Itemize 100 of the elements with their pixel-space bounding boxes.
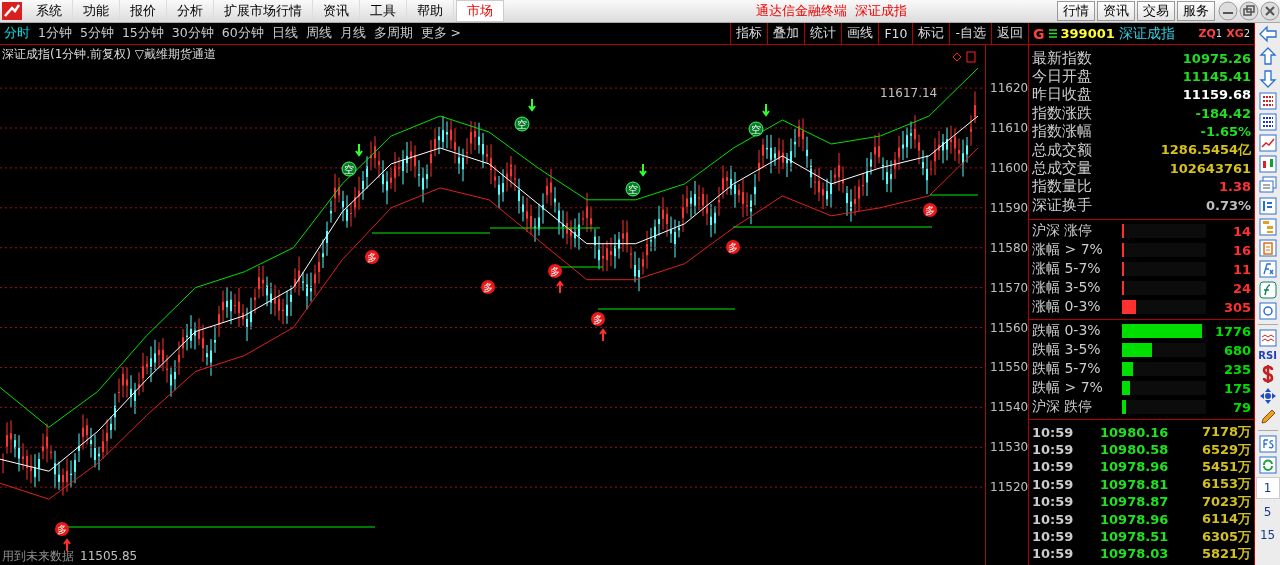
stat-label: 总成交量	[1032, 159, 1092, 178]
diamond-icon[interactable]	[952, 52, 962, 62]
screen-icon[interactable]	[1258, 435, 1277, 453]
tick-time: 10:59	[1032, 546, 1075, 562]
stat-label: 最新指数	[1032, 48, 1092, 68]
menu-item[interactable]: 工具	[360, 0, 407, 22]
wave-icon[interactable]	[1258, 329, 1277, 347]
menu-item[interactable]: 分析	[167, 0, 214, 22]
period-tab[interactable]: 30分钟	[167, 25, 218, 42]
top-button[interactable]: 交易	[1137, 1, 1175, 21]
dollar-icon[interactable]	[1260, 364, 1275, 384]
stat-label: 昨日收盘	[1032, 85, 1092, 105]
notepad-icon[interactable]	[1258, 239, 1277, 257]
market-tab[interactable]: 市场	[456, 0, 504, 22]
formula-icon[interactable]	[1258, 260, 1277, 278]
count-value: 235	[1222, 361, 1252, 377]
menu-item[interactable]: 资讯	[313, 0, 360, 22]
period-tab[interactable]: 60分钟	[217, 25, 268, 42]
axis-label: 11540	[990, 400, 1028, 415]
menu-item[interactable]: 报价	[120, 0, 167, 22]
range-label: 跌幅 0-3%	[1032, 322, 1102, 340]
stat-label: 指数量比	[1032, 177, 1092, 197]
function-icon[interactable]	[1258, 281, 1277, 299]
tick-volume: 7023万	[1200, 492, 1252, 511]
stat-value: -184.42	[1195, 105, 1252, 121]
tick-time: 10:59	[1032, 529, 1075, 545]
tick-volume: 6114万	[1200, 510, 1252, 529]
stat-value: 1286.5454亿	[1160, 141, 1252, 160]
range-label: 沪深 跌停	[1032, 398, 1094, 416]
menu-item[interactable]: 扩展市场行情	[214, 0, 313, 22]
period-tab[interactable]: 5分钟	[75, 25, 118, 42]
line-chart-icon[interactable]	[1258, 134, 1277, 152]
stat-value: 11145.41	[1182, 69, 1252, 85]
count-value: 79	[1232, 399, 1252, 415]
table-icon[interactable]	[1258, 92, 1277, 110]
low-label: 11505.85	[80, 549, 138, 563]
buy-signal: 多	[481, 280, 495, 294]
period-tab[interactable]: 月线	[335, 25, 370, 42]
tick-time: 10:59	[1032, 442, 1075, 458]
tick-price: 10978.87	[1100, 494, 1170, 510]
tick-volume: 6305万	[1200, 527, 1252, 546]
period-tab[interactable]: 更多 >	[416, 25, 466, 42]
sell-signal: 空	[514, 116, 530, 132]
stat-value: -1.65%	[1200, 124, 1252, 140]
period-tab[interactable]: 日线	[267, 25, 302, 42]
app-logo-icon[interactable]	[2, 2, 22, 20]
top-button[interactable]: 资讯	[1097, 1, 1135, 21]
close-icon[interactable]	[1260, 1, 1280, 21]
left-arrow-icon[interactable]	[1257, 25, 1278, 43]
tick-time: 10:59	[1032, 459, 1075, 475]
tick-time: 10:59	[1032, 424, 1075, 440]
restore-icon[interactable]	[1239, 1, 1259, 21]
panel-toggle-icon[interactable]	[966, 51, 976, 63]
period-tab[interactable]: 多周期	[369, 25, 417, 42]
market-letter[interactable]: G	[1033, 25, 1045, 42]
menu-item[interactable]: 帮助	[407, 0, 454, 22]
down-arrow-icon[interactable]	[1258, 69, 1277, 89]
count-value: 680	[1222, 342, 1252, 358]
stat-label: 指数涨跌	[1032, 103, 1092, 123]
rsi-button[interactable]: RSI	[1258, 350, 1277, 361]
period-tab[interactable]: 1分钟	[34, 25, 76, 42]
top-button[interactable]: 服务	[1177, 1, 1215, 21]
tick-volume: 6153万	[1200, 475, 1252, 494]
windows-icon[interactable]	[1258, 176, 1277, 194]
minimize-icon[interactable]	[1218, 1, 1238, 21]
move-icon[interactable]	[1258, 387, 1277, 405]
period-button[interactable]: 15	[1256, 525, 1279, 545]
xg-label[interactable]: XG2	[1226, 27, 1251, 40]
axis-label: 11560	[990, 320, 1028, 335]
range-label: 涨幅 5-7%	[1032, 260, 1102, 278]
top-button[interactable]: 行情	[1057, 1, 1095, 21]
stat-label: 今日开盘	[1032, 67, 1092, 87]
table-icon[interactable]	[1258, 113, 1277, 131]
axis-label: 11580	[990, 240, 1028, 255]
period-tab[interactable]: 15分钟	[117, 25, 168, 42]
candlestick-icon[interactable]	[1258, 155, 1277, 173]
range-label: 涨幅 3-5%	[1032, 279, 1102, 297]
tick-time: 10:59	[1032, 511, 1075, 527]
buy-signal: 多	[55, 522, 69, 536]
menu-icon[interactable]	[1048, 29, 1057, 38]
axis-label: 11590	[990, 200, 1028, 215]
zq-label[interactable]: ZQ1	[1198, 27, 1223, 40]
menu-item[interactable]: 功能	[73, 0, 120, 22]
sell-signal: 空	[341, 161, 357, 177]
menu-item[interactable]: 系统	[26, 0, 73, 22]
period-tab[interactable]: 分时	[0, 25, 34, 42]
tick-price: 10978.03	[1100, 546, 1170, 562]
period-tab[interactable]: 周线	[301, 25, 336, 42]
axis-label: 11530	[990, 440, 1028, 455]
stat-value: 102643761	[1169, 161, 1252, 177]
period-button[interactable]: 1	[1255, 477, 1280, 499]
document-icon[interactable]	[1258, 197, 1277, 215]
axis-label: 11610	[990, 121, 1028, 135]
chart-title: 深证成指(1分钟.前复权) ▽戴维期货通道	[2, 46, 216, 63]
period-button[interactable]: 5	[1256, 502, 1279, 522]
pencil-icon[interactable]	[1258, 408, 1277, 426]
stat-label: 指数涨幅	[1032, 122, 1092, 142]
refresh-icon[interactable]	[1258, 456, 1277, 474]
up-arrow-icon	[556, 280, 564, 294]
up-arrow-icon[interactable]	[1258, 46, 1277, 66]
